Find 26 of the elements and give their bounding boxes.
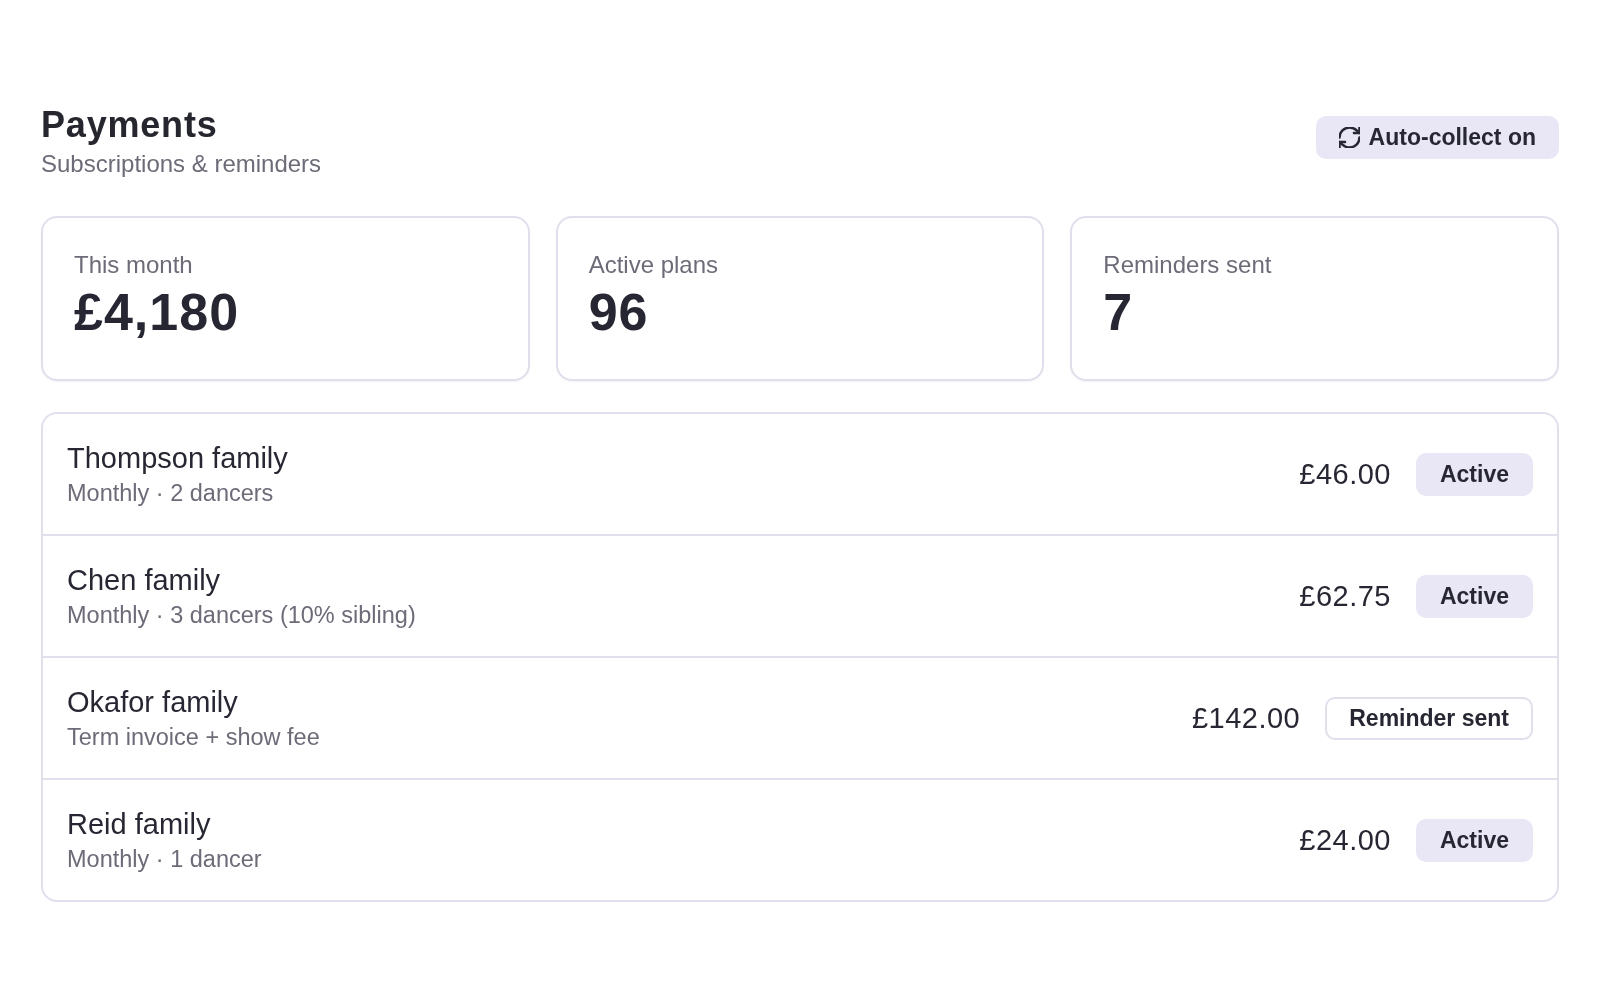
- payment-amount: £142.00: [1191, 701, 1301, 735]
- family-name: Reid family: [67, 807, 212, 842]
- family-name: Thompson family: [67, 441, 288, 476]
- status-badge: Reminder sent: [1325, 696, 1533, 740]
- stat-label: Reminders sent: [1103, 251, 1273, 279]
- plan-detail: Term invoice + show fee: [67, 723, 320, 751]
- stat-value: £4,180: [74, 283, 241, 341]
- stat-label: Active plans: [588, 251, 720, 279]
- auto-collect-button[interactable]: Auto-collect on: [1315, 115, 1559, 159]
- payment-amount: £46.00: [1299, 457, 1391, 491]
- page-title: Payments: [41, 104, 219, 146]
- stat-value: 96: [588, 283, 650, 341]
- plan-detail: Monthly · 1 dancer: [67, 845, 262, 873]
- stat-label: This month: [74, 251, 194, 279]
- status-badge: Active: [1415, 818, 1533, 862]
- page-subtitle: Subscriptions & reminders: [41, 150, 322, 178]
- plan-detail: Monthly · 2 dancers: [67, 479, 275, 507]
- family-name: Chen family: [67, 563, 222, 598]
- payment-amount: £62.75: [1299, 579, 1391, 613]
- plan-detail: Monthly · 3 dancers (10% sibling): [67, 601, 416, 629]
- payment-amount: £24.00: [1299, 823, 1391, 857]
- refresh-icon: [1338, 126, 1360, 148]
- stat-value: 7: [1103, 283, 1135, 341]
- family-name: Okafor family: [67, 685, 239, 720]
- status-badge: Active: [1415, 574, 1533, 618]
- status-badge: Active: [1415, 452, 1533, 496]
